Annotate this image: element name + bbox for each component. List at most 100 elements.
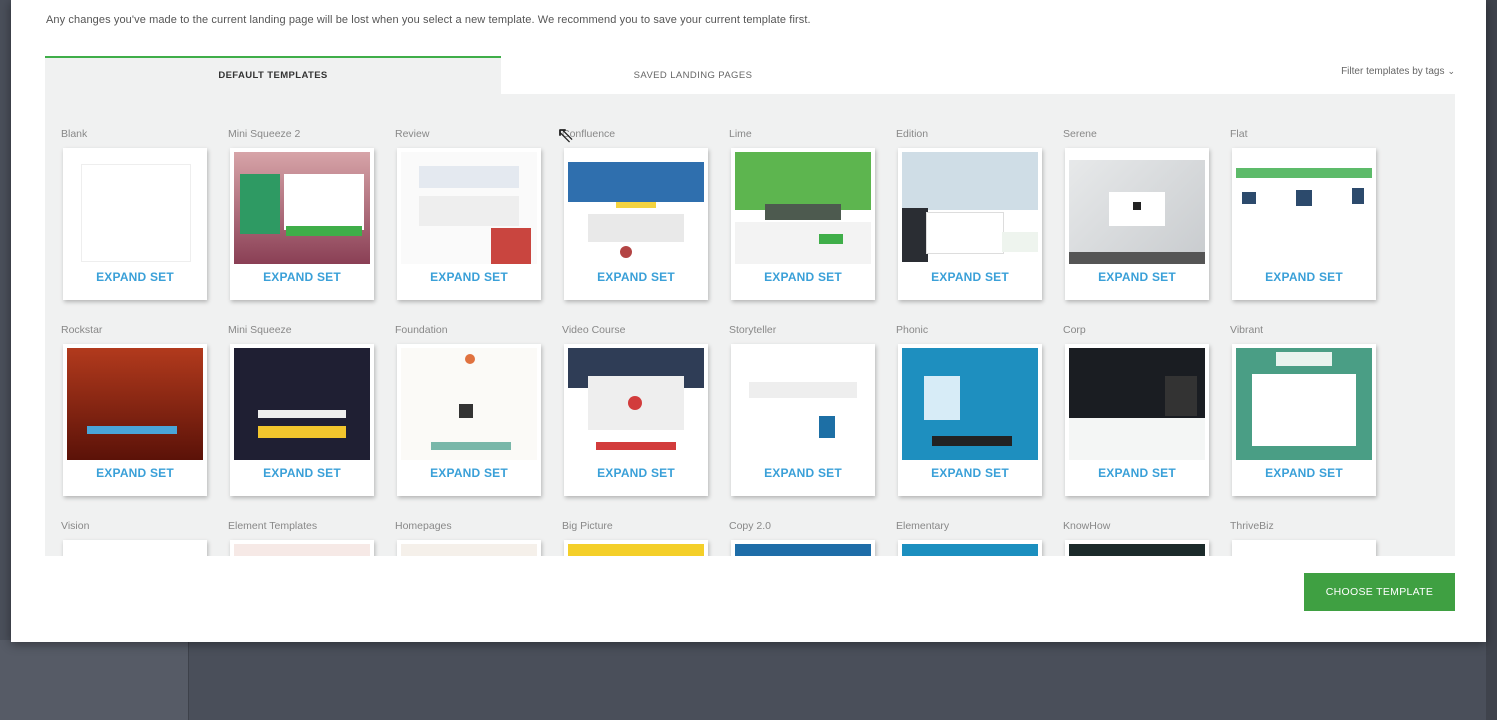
- template-thumbnail: [234, 544, 370, 556]
- template-preview[interactable]: EXPAND SET: [63, 148, 207, 300]
- background-scroll-edge: [1486, 0, 1497, 720]
- template-card[interactable]: Serene EXPAND SET: [1063, 128, 1211, 300]
- template-name: Copy 2.0: [729, 520, 772, 532]
- expand-set-link[interactable]: EXPAND SET: [898, 466, 1042, 480]
- template-card[interactable]: Lime EXPAND SET: [729, 128, 877, 300]
- template-name: Review: [395, 128, 430, 140]
- expand-set-link[interactable]: EXPAND SET: [230, 270, 374, 284]
- template-card[interactable]: Edition EXPAND SET: [896, 128, 1044, 300]
- template-card[interactable]: Homepages: [395, 520, 543, 556]
- template-preview[interactable]: EXPAND SET: [63, 344, 207, 496]
- template-preview[interactable]: EXPAND SET: [898, 344, 1042, 496]
- template-card[interactable]: Phonic EXPAND SET: [896, 324, 1044, 496]
- template-preview[interactable]: EXPAND SET: [1232, 344, 1376, 496]
- template-preview[interactable]: [1232, 540, 1376, 556]
- expand-set-link[interactable]: EXPAND SET: [1232, 466, 1376, 480]
- expand-set-link[interactable]: EXPAND SET: [731, 466, 875, 480]
- template-preview[interactable]: [898, 540, 1042, 556]
- template-card[interactable]: Vibrant EXPAND SET: [1230, 324, 1378, 496]
- template-tabs: DEFAULT TEMPLATES SAVED LANDING PAGES Fi…: [45, 56, 1455, 94]
- filter-by-tags-dropdown[interactable]: Filter templates by tags ⌄: [1341, 66, 1455, 77]
- template-thumbnail: [401, 152, 537, 264]
- template-card[interactable]: Copy 2.0: [729, 520, 877, 556]
- template-name: Blank: [61, 128, 88, 140]
- template-card[interactable]: Storyteller EXPAND SET: [729, 324, 877, 496]
- template-card[interactable]: Mini Squeeze EXPAND SET: [228, 324, 376, 496]
- templates-panel[interactable]: Blank EXPAND SET Mini Squeeze 2 EXPAND SET R…: [45, 94, 1455, 556]
- template-preview[interactable]: EXPAND SET: [230, 344, 374, 496]
- template-name: Vision: [61, 520, 90, 532]
- template-preview[interactable]: EXPAND SET: [1232, 148, 1376, 300]
- template-preview[interactable]: [731, 540, 875, 556]
- template-preview[interactable]: EXPAND SET: [1065, 344, 1209, 496]
- expand-set-link[interactable]: EXPAND SET: [898, 270, 1042, 284]
- template-card[interactable]: Confluence EXPAND SET: [562, 128, 710, 300]
- tab-default-templates[interactable]: DEFAULT TEMPLATES: [45, 56, 501, 94]
- template-card[interactable]: Element Templates: [228, 520, 376, 556]
- template-card[interactable]: Big Picture: [562, 520, 710, 556]
- template-name: Elementary: [896, 520, 950, 532]
- template-preview[interactable]: EXPAND SET: [397, 344, 541, 496]
- expand-set-link[interactable]: EXPAND SET: [1065, 466, 1209, 480]
- template-card[interactable]: Elementary: [896, 520, 1044, 556]
- template-name: ThriveBiz: [1230, 520, 1274, 532]
- expand-set-link[interactable]: EXPAND SET: [564, 270, 708, 284]
- template-name: Element Templates: [228, 520, 318, 532]
- template-preview[interactable]: EXPAND SET: [1065, 148, 1209, 300]
- expand-set-link[interactable]: EXPAND SET: [230, 466, 374, 480]
- expand-set-link[interactable]: EXPAND SET: [397, 270, 541, 284]
- template-name: KnowHow: [1063, 520, 1111, 532]
- template-thumbnail: [902, 348, 1038, 460]
- template-card[interactable]: Vision: [61, 520, 209, 556]
- template-card[interactable]: Mini Squeeze 2 EXPAND SET: [228, 128, 376, 300]
- template-preview[interactable]: EXPAND SET: [397, 148, 541, 300]
- template-card[interactable]: KnowHow: [1063, 520, 1211, 556]
- template-name: Foundation: [395, 324, 448, 336]
- template-name: Serene: [1063, 128, 1097, 140]
- template-preview[interactable]: [230, 540, 374, 556]
- template-name: Corp: [1063, 324, 1086, 336]
- expand-set-link[interactable]: EXPAND SET: [63, 466, 207, 480]
- template-preview[interactable]: [564, 540, 708, 556]
- template-card[interactable]: ThriveBiz: [1230, 520, 1378, 556]
- expand-set-link[interactable]: EXPAND SET: [1065, 270, 1209, 284]
- template-thumbnail: [1069, 348, 1205, 460]
- template-name: Storyteller: [729, 324, 777, 336]
- template-thumbnail: [401, 348, 537, 460]
- template-thumbnail: [1236, 544, 1372, 556]
- expand-set-link[interactable]: EXPAND SET: [397, 466, 541, 480]
- template-preview[interactable]: EXPAND SET: [731, 148, 875, 300]
- expand-set-link[interactable]: EXPAND SET: [731, 270, 875, 284]
- expand-set-link[interactable]: EXPAND SET: [63, 270, 207, 284]
- template-thumbnail: [735, 348, 871, 460]
- expand-set-link[interactable]: EXPAND SET: [564, 466, 708, 480]
- chevron-down-icon: ⌄: [1447, 66, 1455, 76]
- template-thumbnail: [568, 152, 704, 264]
- tab-saved-landing-pages[interactable]: SAVED LANDING PAGES: [501, 58, 885, 94]
- choose-template-button[interactable]: CHOOSE TEMPLATE: [1304, 573, 1455, 611]
- template-thumbnail: [67, 544, 203, 556]
- template-name: Homepages: [395, 520, 452, 532]
- template-thumbnail: [568, 544, 704, 556]
- template-preview[interactable]: [63, 540, 207, 556]
- template-card[interactable]: Review EXPAND SET: [395, 128, 543, 300]
- template-thumbnail: [568, 348, 704, 460]
- template-preview[interactable]: EXPAND SET: [898, 148, 1042, 300]
- template-preview[interactable]: EXPAND SET: [564, 148, 708, 300]
- template-preview[interactable]: EXPAND SET: [731, 344, 875, 496]
- template-card[interactable]: Video Course EXPAND SET: [562, 324, 710, 496]
- expand-set-link[interactable]: EXPAND SET: [1232, 270, 1376, 284]
- template-preview[interactable]: EXPAND SET: [564, 344, 708, 496]
- template-preview[interactable]: [397, 540, 541, 556]
- template-preview[interactable]: EXPAND SET: [230, 148, 374, 300]
- template-card[interactable]: Foundation EXPAND SET: [395, 324, 543, 496]
- template-name: Rockstar: [61, 324, 103, 336]
- template-thumbnail: [902, 152, 1038, 264]
- template-thumbnail: [1236, 152, 1372, 264]
- template-card[interactable]: Corp EXPAND SET: [1063, 324, 1211, 496]
- template-card[interactable]: Rockstar EXPAND SET: [61, 324, 209, 496]
- template-preview[interactable]: [1065, 540, 1209, 556]
- template-card[interactable]: Blank EXPAND SET: [61, 128, 209, 300]
- template-card[interactable]: Flat EXPAND SET: [1230, 128, 1378, 300]
- template-thumbnail: [234, 348, 370, 460]
